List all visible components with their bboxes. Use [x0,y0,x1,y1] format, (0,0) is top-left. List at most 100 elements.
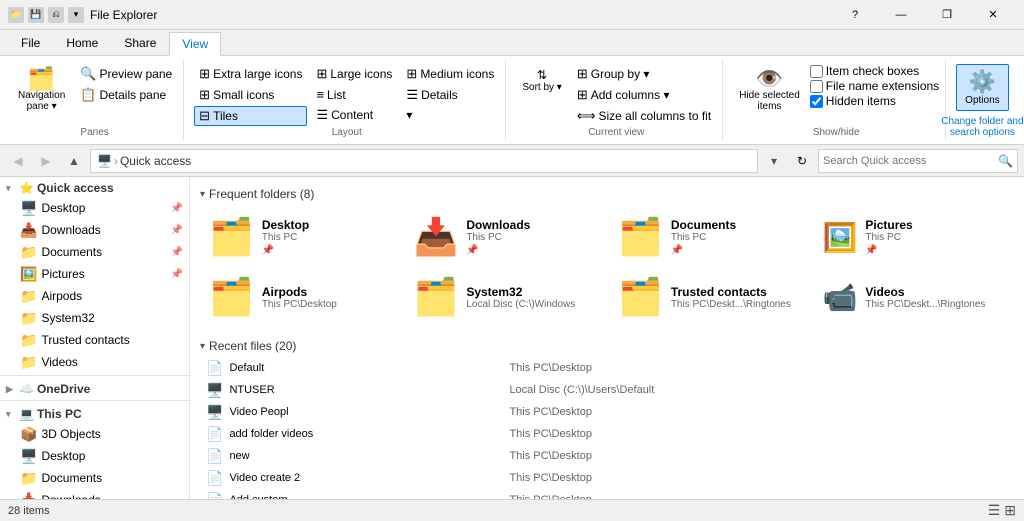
sidebar-item-videos[interactable]: 📁 Videos [0,351,189,373]
dropdown-icon[interactable]: ▾ [68,7,84,23]
help-button[interactable]: ? [832,0,878,30]
table-row[interactable]: 📄 add folder videos This PC\Desktop [200,423,1014,445]
sidebar-item-trusted-contacts[interactable]: 📁 Trusted contacts [0,329,189,351]
dropdown-path-button[interactable]: ▾ [762,149,786,173]
forward-button[interactable]: ▶ [34,149,58,173]
status-item-count: 28 items [8,505,50,517]
search-input[interactable] [823,155,995,167]
quick-access-icon: ⭐ [19,181,34,195]
address-bar: ◀ ▶ ▲ 🖥️ › Quick access ▾ ↻ 🔍 [0,145,1024,177]
title-bar: 📁 💾 ⎌ ▾ File Explorer ? — ❐ ✕ [0,0,1024,30]
folder-tile-videos[interactable]: 📹 Videos This PC\Deskt...\Ringtones [814,269,1015,325]
sidebar-quick-access-label: Quick access [37,181,114,195]
layout-expand-button[interactable]: ▾ [401,106,499,124]
minimize-button[interactable]: — [878,0,924,30]
sidebar-section-this-pc[interactable]: ▾ 💻 This PC [0,403,189,423]
ribbon-view: 🗂️ Navigationpane ▾ 🔍 Preview pane 📋 Det… [0,56,1024,145]
view-details-button[interactable]: ☰ [988,502,1001,519]
back-button[interactable]: ◀ [6,149,30,173]
sidebar-item-downloads-pc[interactable]: 📥 Downloads [0,489,189,499]
sidebar-section-onedrive[interactable]: ▶ ☁️ OneDrive [0,378,189,398]
small-icons-button[interactable]: ⊞ Small icons [194,85,307,105]
address-path[interactable]: 🖥️ › Quick access [90,149,758,173]
pictures-tile-icon: 🖼️ [823,221,858,254]
folder-tile-downloads[interactable]: 📥 Downloads This PC 📌 [405,209,606,265]
tab-home[interactable]: Home [53,31,111,55]
folder-tile-documents[interactable]: 🗂️ Documents This PC 📌 [609,209,810,265]
sort-by-button[interactable]: ⇅ Sort by ▾ [516,64,567,97]
content-button[interactable]: ☰ Content [311,105,397,125]
hidden-items-label[interactable]: Hidden items [810,94,939,108]
hidden-items-checkbox[interactable] [810,95,823,108]
maximize-button[interactable]: ❐ [924,0,970,30]
sidebar-section-quick-access[interactable]: ▾ ⭐ Quick access [0,177,189,197]
details-pane-button[interactable]: 📋 Details pane [75,85,177,105]
onedrive-expand-icon: ▶ [6,384,16,395]
table-row[interactable]: 📄 Add custom This PC\Desktop [200,489,1014,499]
sidebar-item-airpods[interactable]: 📁 Airpods [0,285,189,307]
content-area: ▾ Frequent folders (8) 🗂️ Desktop This P… [190,177,1024,499]
up-button[interactable]: ▲ [62,149,86,173]
ribbon-group-panes: 🗂️ Navigationpane ▾ 🔍 Preview pane 📋 Det… [6,60,184,140]
table-row[interactable]: 📄 Video create 2 This PC\Desktop [200,467,1014,489]
medium-icons-button[interactable]: ⊞ Medium icons [401,64,499,84]
size-columns-button[interactable]: ⟺ Size all columns to fit [572,106,716,126]
sidebar-item-downloads[interactable]: 📥 Downloads 📌 [0,219,189,241]
options-button[interactable]: ⚙️ Options [956,64,1008,111]
table-row[interactable]: 🖥️ NTUSER Local Disc (C:\)\Users\Default [200,379,1014,401]
refresh-button[interactable]: ↻ [790,149,814,173]
title-bar-quick-access: 📁 💾 ⎌ ▾ [8,7,84,23]
save-icon: 💾 [28,7,44,23]
details-button[interactable]: ☰ Details [401,85,499,105]
file-name-extensions-checkbox[interactable] [810,80,823,93]
table-row[interactable]: 🖥️ Video Peopl This PC\Desktop [200,401,1014,423]
tiles-button[interactable]: ⊟ Tiles [194,106,307,126]
show-hide-label: Show/hide [727,127,945,138]
folder-tile-airpods[interactable]: 🗂️ Airpods This PC\Desktop [200,269,401,325]
frequent-folders-header[interactable]: ▾ Frequent folders (8) [200,181,1014,205]
ribbon-group-show-hide: 👁️ Hide selecteditems Item check boxes F… [727,60,946,140]
sidebar-item-3d-objects[interactable]: 📦 3D Objects [0,423,189,445]
pictures-pin-icon: 📌 [171,269,183,280]
close-button[interactable]: ✕ [970,0,1016,30]
sidebar-item-desktop-pc[interactable]: 🖥️ Desktop [0,445,189,467]
desktop-tile-icon: 🗂️ [209,216,254,258]
sidebar-item-system32[interactable]: 📁 System32 [0,307,189,329]
desktop-folder-icon: 🖥️ [20,200,37,217]
item-check-boxes-label[interactable]: Item check boxes [810,64,939,78]
desktop-pin-icon: 📌 [171,203,183,214]
sidebar: ▾ ⭐ Quick access 🖥️ Desktop 📌 📥 Download… [0,177,190,499]
add-columns-button[interactable]: ⊞ Add columns ▾ [572,85,716,105]
hide-selected-button[interactable]: 👁️ Hide selecteditems [733,64,806,116]
file-name-extensions-label[interactable]: File name extensions [810,79,939,93]
recent-files-title: Recent files (20) [209,339,296,353]
sidebar-item-desktop[interactable]: 🖥️ Desktop 📌 [0,197,189,219]
tab-share[interactable]: Share [111,31,169,55]
table-row[interactable]: 📄 new This PC\Desktop [200,445,1014,467]
navigation-pane-button[interactable]: 🗂️ Navigationpane ▾ [12,64,71,116]
item-check-boxes-checkbox[interactable] [810,65,823,78]
list-button[interactable]: ≡ List [311,85,397,104]
downloads-tile-pin: 📌 [466,245,530,256]
table-row[interactable]: 📄 Default This PC\Desktop [200,357,1014,379]
downloads-tile-icon: 📥 [414,216,459,258]
sidebar-item-pictures[interactable]: 🖼️ Pictures 📌 [0,263,189,285]
layout-label: Layout [188,127,505,138]
view-tiles-button[interactable]: ⊞ [1004,502,1016,519]
tab-file[interactable]: File [8,31,53,55]
preview-pane-button[interactable]: 🔍 Preview pane [75,64,177,84]
folder-tile-desktop[interactable]: 🗂️ Desktop This PC 📌 [200,209,401,265]
folder-tile-pictures[interactable]: 🖼️ Pictures This PC 📌 [814,209,1015,265]
large-icons-button[interactable]: ⊞ Large icons [311,64,397,84]
search-icon: 🔍 [998,154,1013,168]
group-by-button[interactable]: ⊞ Group by ▾ [572,64,716,84]
recent-files-header[interactable]: ▾ Recent files (20) [200,333,1014,357]
undo-icon: ⎌ [48,7,64,23]
extra-large-icons-button[interactable]: ⊞ Extra large icons [194,64,307,84]
path-quick-access[interactable]: Quick access [120,154,191,168]
folder-tile-system32[interactable]: 🗂️ System32 Local Disc (C:\)Windows [405,269,606,325]
folder-tile-trusted-contacts[interactable]: 🗂️ Trusted contacts This PC\Deskt...\Rin… [609,269,810,325]
sidebar-item-documents-pc[interactable]: 📁 Documents [0,467,189,489]
tab-view[interactable]: View [169,32,221,56]
sidebar-item-documents[interactable]: 📁 Documents 📌 [0,241,189,263]
